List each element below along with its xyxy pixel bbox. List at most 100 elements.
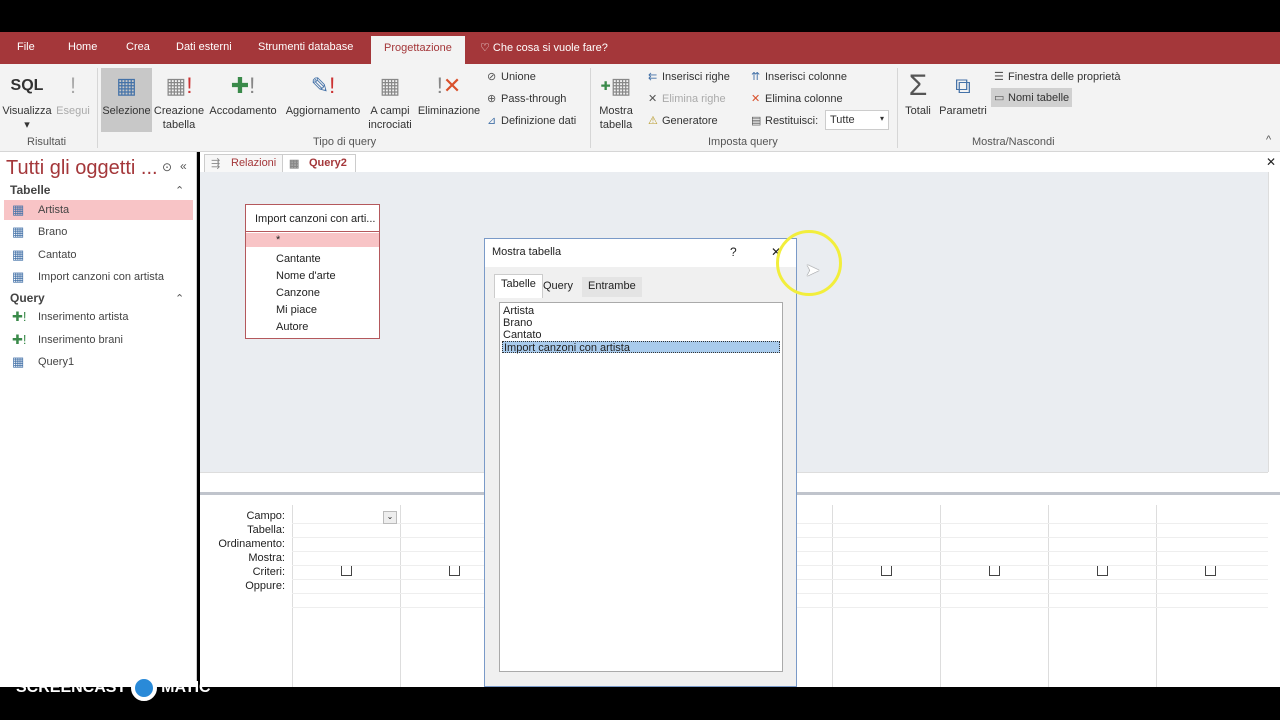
field-list[interactable]: Import canzoni con arti... * Cantante No… — [245, 204, 380, 339]
vertical-scrollbar[interactable] — [1268, 172, 1280, 472]
relationships-icon: ⇶ — [211, 158, 221, 170]
divider — [246, 231, 379, 232]
nav-group-tabelle[interactable]: Tabelle — [10, 183, 50, 197]
close-document-icon[interactable]: ✕ — [1266, 155, 1276, 169]
tab-home[interactable]: Home — [68, 41, 97, 53]
field-item[interactable]: Mi piace — [276, 304, 317, 316]
nav-item-brano[interactable]: ▦ Brano — [4, 222, 193, 242]
totali-button[interactable]: Σ Totali — [901, 68, 935, 118]
mostra-tabella-button[interactable]: ✚ ▦ Mostra tabella — [594, 68, 638, 132]
grid-column[interactable] — [292, 505, 400, 687]
collapse-group-icon[interactable]: ⌃ — [175, 292, 184, 305]
unione-button[interactable]: ⊘ Unione — [487, 70, 536, 83]
ribbon: SQL Visualizza ▾ ! Esegui Risultati ▦ Selezi… — [0, 64, 1280, 152]
restituisci-select[interactable]: Tutte ▾ — [825, 110, 889, 130]
show-checkbox[interactable] — [449, 565, 460, 576]
collapse-ribbon-icon[interactable]: ^ — [1266, 134, 1271, 146]
tab-dati-esterni[interactable]: Dati esterni — [176, 41, 232, 53]
esegui-button[interactable]: ! Esegui — [56, 68, 90, 118]
collapse-pane-icon[interactable]: « — [180, 159, 187, 173]
dialog-tab-entrambe[interactable]: Entrambe — [582, 277, 642, 297]
field-item[interactable]: Autore — [276, 321, 308, 333]
list-item[interactable]: Cantato — [502, 329, 780, 341]
group-tipo-query: Tipo di query — [313, 136, 377, 148]
field-item[interactable]: Cantante — [276, 253, 321, 265]
ribbon-tab-bar: File Home Crea Dati esterni Strumenti da… — [0, 32, 1280, 64]
inserisci-colonne-button[interactable]: ⇈ Inserisci colonne — [751, 70, 847, 83]
table-icon: ▦ — [12, 224, 25, 239]
field-list-title: Import canzoni con arti... — [255, 213, 376, 225]
delete-query-icon: ! ✕ — [436, 73, 462, 98]
elimina-colonne-button[interactable]: ✕ Elimina colonne — [751, 92, 843, 105]
doc-tab-relazioni[interactable]: ⇶ Relazioni — [204, 154, 286, 172]
group-imposta-query: Imposta query — [708, 136, 778, 148]
grid-column[interactable] — [1048, 505, 1156, 687]
chevron-down-icon[interactable]: ⌄ — [383, 511, 397, 524]
help-button[interactable]: ? — [730, 245, 737, 259]
a-campi-incrociati-button[interactable]: ▦ A campi incrociati — [366, 68, 414, 132]
eliminazione-button[interactable]: ! ✕ Eliminazione — [416, 68, 482, 118]
accodamento-button[interactable]: ✚! Accodamento — [207, 68, 279, 118]
field-item[interactable]: Canzone — [276, 287, 320, 299]
field-item[interactable]: Nome d'arte — [276, 270, 336, 282]
tab-progettazione[interactable]: Progettazione — [371, 36, 465, 64]
field-item[interactable]: * — [276, 234, 280, 246]
collapse-group-icon[interactable]: ⌃ — [175, 184, 184, 197]
tell-me-search[interactable]: ♡ Che cosa si vuole fare? — [480, 41, 608, 54]
show-checkbox[interactable] — [341, 565, 352, 576]
mouse-cursor-icon: ➤ — [805, 260, 821, 280]
dialog-tab-tabelle[interactable]: Tabelle — [494, 274, 543, 298]
nav-item-query1[interactable]: ▦ Query1 — [4, 352, 193, 372]
elimina-righe-button[interactable]: ✕ Elimina righe — [648, 92, 726, 105]
grid-column[interactable] — [1156, 505, 1264, 687]
parametri-button[interactable]: ⧉ Parametri — [938, 68, 988, 118]
nav-item-inserimento-artista[interactable]: ✚! Inserimento artista — [4, 307, 193, 327]
nav-item-inserimento-brani[interactable]: ✚! Inserimento brani — [4, 330, 193, 350]
nomi-tabelle-button[interactable]: ▭ Nomi tabelle — [991, 88, 1073, 107]
generatore-button[interactable]: ⚠ Generatore — [648, 114, 718, 127]
aggiornamento-button[interactable]: ✎! Aggiornamento — [282, 68, 364, 118]
show-checkbox[interactable] — [1097, 565, 1108, 576]
list-item[interactable]: Brano — [502, 317, 780, 329]
exclamation-icon: ! — [69, 73, 77, 98]
definizione-dati-button[interactable]: ⊿ Definizione dati — [487, 114, 576, 127]
nav-title[interactable]: Tutti gli oggetti ... — [6, 157, 158, 180]
show-checkbox[interactable] — [989, 565, 1000, 576]
tab-file[interactable]: File — [17, 41, 35, 53]
visualizza-button[interactable]: SQL Visualizza ▾ — [2, 68, 52, 132]
make-table-icon: ▦! — [165, 73, 193, 98]
nav-item-artista[interactable]: ▦ Artista — [4, 200, 193, 220]
selezione-button[interactable]: ▦ Selezione — [101, 68, 152, 132]
pass-through-button[interactable]: ⊕ Pass-through — [487, 92, 566, 105]
divider — [590, 68, 591, 148]
list-item-selected[interactable]: Import canzoni con artista — [502, 341, 780, 354]
tab-strumenti-database[interactable]: Strumenti database — [258, 41, 353, 53]
finestra-proprieta-button[interactable]: ☰ Finestra delle proprietà — [994, 70, 1121, 83]
property-sheet-icon: ☰ — [994, 71, 1004, 83]
field-highlight — [246, 233, 379, 247]
data-definition-icon: ⊿ — [487, 115, 497, 127]
chevron-down-icon: ▾ — [879, 114, 884, 123]
creazione-tabella-button[interactable]: ▦! Creazione tabella — [153, 68, 205, 132]
nav-menu-icon[interactable]: ⊙ — [162, 160, 172, 174]
grid-column[interactable] — [940, 505, 1048, 687]
nav-item-import-canzoni[interactable]: ▦ Import canzoni con artista — [4, 267, 193, 287]
list-item[interactable]: Artista — [502, 305, 780, 317]
delete-rows-icon: ✕ — [648, 93, 658, 105]
table-list[interactable]: Artista Brano Cantato Import canzoni con… — [499, 302, 783, 672]
globe-icon: ⊕ — [487, 93, 497, 105]
dialog-tab-query[interactable]: Query — [537, 277, 579, 297]
show-checkbox[interactable] — [1205, 565, 1216, 576]
mostra-tabella-dialog: Mostra tabella ? ✕ Tabelle Query Entramb… — [484, 238, 797, 687]
sigma-icon: Σ — [908, 69, 928, 102]
doc-tab-query2[interactable]: ▦ Query2 — [282, 154, 356, 172]
inserisci-righe-button[interactable]: ⇇ Inserisci righe — [648, 70, 730, 83]
show-checkbox[interactable] — [881, 565, 892, 576]
row-label-campo: Campo: — [246, 510, 285, 522]
parameters-icon: ⧉ — [955, 73, 971, 98]
grid-column[interactable] — [832, 505, 940, 687]
nav-group-query[interactable]: Query — [10, 291, 45, 305]
nav-item-cantato[interactable]: ▦ Cantato — [4, 245, 193, 265]
tab-crea[interactable]: Crea — [126, 41, 150, 53]
sql-icon: SQL — [10, 77, 44, 94]
